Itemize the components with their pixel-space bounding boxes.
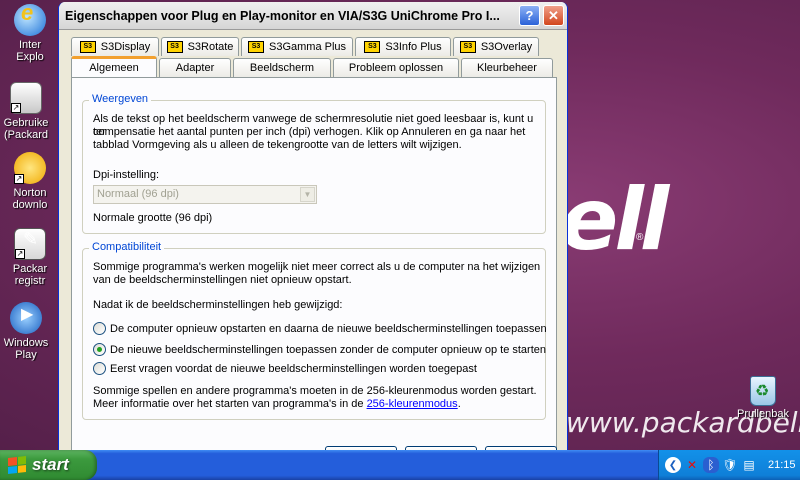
tab-beeldscherm[interactable]: Beeldscherm bbox=[233, 58, 331, 77]
group-weergeven: Weergeven Als de tekst op het beeldscher… bbox=[82, 93, 546, 234]
tab-s3overlay[interactable]: S3 S3Overlay bbox=[453, 37, 539, 56]
tab-adapter[interactable]: Adapter bbox=[159, 58, 231, 77]
help-button[interactable]: ? bbox=[519, 5, 540, 26]
radio-restart-then-apply[interactable]: De computer opnieuw opstarten en daarna … bbox=[93, 322, 547, 335]
wireless-icon[interactable]: ▤ bbox=[741, 457, 757, 473]
256-color-mode-link[interactable]: 256-kleurenmodus bbox=[367, 398, 458, 410]
compat-note-line1: Sommige spellen en andere programma's mo… bbox=[93, 385, 537, 397]
tab-s3rotate[interactable]: S3 S3Rotate bbox=[161, 37, 239, 56]
dpi-select: Normaal (96 dpi) ▼ bbox=[93, 185, 317, 204]
radio-ask-first[interactable]: Eerst vragen voordat de nieuwe beeldsche… bbox=[93, 362, 477, 375]
compat-note-line2: Meer informatie over het starten van pro… bbox=[93, 398, 461, 410]
group-compatibiliteit: Compatibiliteit Sommige programma's werk… bbox=[82, 241, 547, 420]
recycle-bin-icon bbox=[750, 376, 776, 406]
tab-kleurbeheer[interactable]: Kleurbeheer bbox=[461, 58, 553, 77]
network-disconnected-icon[interactable]: ✕ bbox=[684, 457, 700, 473]
weergeven-text-line2: compensatie het aantal punten per inch (… bbox=[93, 126, 526, 138]
system-tray: ❮ ✕ ᛒ 🛡 ▤ 21:15 bbox=[658, 450, 800, 480]
radio-circle-selected bbox=[93, 343, 106, 356]
windows-logo-icon bbox=[8, 456, 26, 474]
shortcut-arrow-icon: ↗ bbox=[14, 174, 24, 184]
desktop-icon-internet-explorer[interactable]: e Inter Explo bbox=[2, 2, 58, 63]
registration-icon: ✎ ↗ bbox=[14, 228, 46, 260]
s3-icon: S3 bbox=[79, 41, 96, 53]
s3-icon: S3 bbox=[364, 41, 381, 53]
tab-row-general: Algemeen Adapter Beeldscherm Probleem op… bbox=[71, 56, 555, 77]
tab-probleem-oplossen[interactable]: Probleem oplossen bbox=[333, 58, 459, 77]
dpi-label: Dpi-instelling: bbox=[93, 169, 160, 181]
s3-icon: S3 bbox=[166, 41, 183, 53]
taskbar: start ❮ ✕ ᛒ 🛡 ▤ 21:15 bbox=[0, 450, 800, 480]
tab-panel-algemeen: Weergeven Als de tekst op het beeldscher… bbox=[71, 77, 557, 453]
desktop-icon-recycle-bin[interactable]: Prullenbak bbox=[733, 376, 793, 420]
desktop-icon-norton[interactable]: ↗ Norton downlo bbox=[2, 152, 58, 211]
media-player-icon: ▶ bbox=[10, 302, 42, 334]
tab-s3info-plus[interactable]: S3 S3Info Plus bbox=[355, 37, 451, 56]
tab-algemeen[interactable]: Algemeen bbox=[71, 56, 157, 77]
window-title: Eigenschappen voor Plug en Play-monitor … bbox=[65, 8, 500, 23]
brand-logo-text: ell bbox=[560, 170, 669, 270]
internet-explorer-icon: e bbox=[14, 2, 46, 36]
desktop-icon-gebruikershandleiding[interactable]: ↗ Gebruike (Packard bbox=[0, 82, 54, 141]
s3-icon: S3 bbox=[459, 41, 476, 53]
collapse-tray-icon[interactable]: ❮ bbox=[665, 457, 681, 473]
radio-circle bbox=[93, 322, 106, 335]
registered-mark: ® bbox=[636, 232, 644, 243]
group-legend: Compatibiliteit bbox=[89, 241, 165, 253]
weergeven-text-line3: tabblad Vormgeving als u alleen de teken… bbox=[93, 139, 462, 151]
desktop-icon-windows-media-player[interactable]: ▶ Windows Play bbox=[0, 302, 54, 361]
shortcut-arrow-icon: ↗ bbox=[11, 103, 21, 113]
title-bar[interactable]: Eigenschappen voor Plug en Play-monitor … bbox=[59, 2, 567, 30]
desktop-icon-packard-registratie[interactable]: ✎ ↗ Packar registr bbox=[2, 228, 58, 287]
compat-question: Nadat ik de beeldscherminstellingen heb … bbox=[93, 299, 343, 311]
radio-circle bbox=[93, 362, 106, 375]
shortcut-arrow-icon: ↗ bbox=[15, 249, 25, 259]
clock[interactable]: 21:15 bbox=[768, 459, 796, 471]
chevron-down-icon: ▼ bbox=[300, 187, 315, 202]
radio-apply-without-restart[interactable]: De nieuwe beeldscherminstellingen toepas… bbox=[93, 343, 546, 356]
properties-dialog: Eigenschappen voor Plug en Play-monitor … bbox=[58, 2, 568, 454]
group-legend: Weergeven bbox=[89, 93, 152, 105]
security-center-icon[interactable]: 🛡 bbox=[722, 457, 738, 473]
start-button[interactable]: start bbox=[0, 450, 97, 480]
tab-s3gamma-plus[interactable]: S3 S3Gamma Plus bbox=[241, 37, 353, 56]
norton-icon: ↗ bbox=[14, 152, 46, 184]
compat-text-line2: van de beeldscherminstellingen niet opni… bbox=[93, 274, 352, 286]
tab-s3display[interactable]: S3 S3Display bbox=[71, 37, 159, 56]
compat-text-line1: Sommige programma's werken mogelijk niet… bbox=[93, 261, 541, 273]
dpi-size-text: Normale grootte (96 dpi) bbox=[93, 212, 213, 224]
s3-icon: S3 bbox=[247, 41, 264, 53]
manual-icon: ↗ bbox=[10, 82, 42, 114]
close-button[interactable]: ✕ bbox=[543, 5, 564, 26]
bluetooth-icon[interactable]: ᛒ bbox=[703, 457, 719, 473]
tab-row-s3: S3 S3Display S3 S3Rotate S3 S3Gamma Plus S3… bbox=[71, 37, 541, 56]
